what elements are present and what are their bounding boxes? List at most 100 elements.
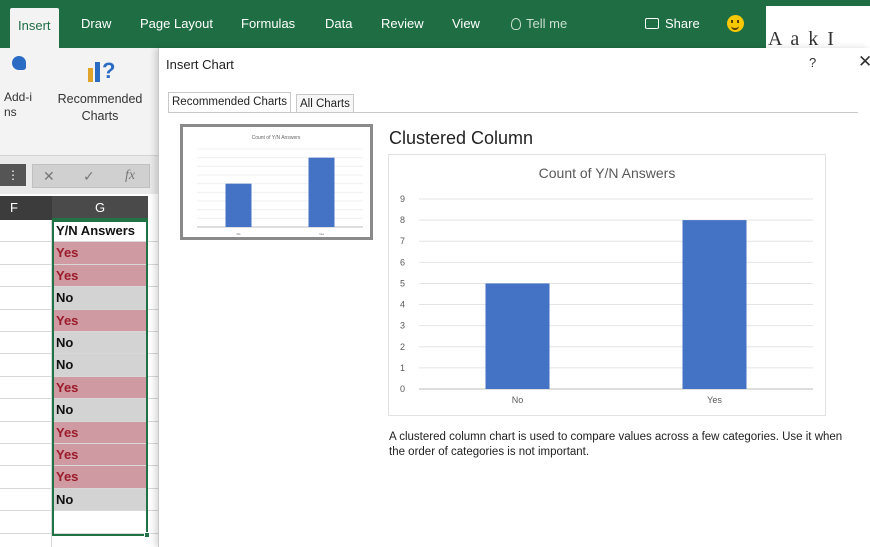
- answer-cell[interactable]: No: [52, 488, 148, 511]
- cell-f[interactable]: [0, 242, 52, 264]
- tab-divider: [168, 112, 858, 113]
- name-box[interactable]: ⋮: [0, 164, 26, 186]
- dialog-title: Insert Chart: [166, 57, 234, 72]
- answer-cell[interactable]: No: [52, 399, 148, 421]
- cell-f[interactable]: [0, 220, 52, 242]
- thumb-bar-yes: [308, 157, 335, 227]
- thumb-bar-no: [225, 183, 252, 227]
- cell-f[interactable]: [0, 511, 52, 533]
- thumb-category-label: No: [237, 232, 241, 236]
- cell-f[interactable]: [0, 399, 52, 421]
- header-cell[interactable]: Y/N Answers: [52, 220, 148, 242]
- ribbon-tab-bar: Insert Draw Page Layout Formulas Data Re…: [0, 0, 870, 48]
- tab-draw[interactable]: Draw: [81, 10, 111, 38]
- cell-f[interactable]: [0, 533, 52, 547]
- answer-cell[interactable]: No: [52, 354, 148, 376]
- fill-handle[interactable]: [144, 532, 150, 538]
- table-row: No: [0, 488, 158, 512]
- tell-me-search[interactable]: Tell me: [511, 10, 567, 38]
- enter-icon[interactable]: ✓: [83, 168, 95, 185]
- add-ins-button[interactable]: Add-ins: [4, 90, 38, 120]
- answer-cell[interactable]: Yes: [52, 421, 148, 443]
- table-row: Y/N Answers: [0, 220, 158, 243]
- insert-chart-dialog: Insert Chart ? ✕ Recommended Charts All …: [158, 48, 870, 547]
- table-row: Yes: [0, 444, 158, 467]
- answer-cell[interactable]: Yes: [52, 466, 148, 488]
- answer-cell[interactable]: No: [52, 287, 148, 309]
- tab-view[interactable]: View: [452, 10, 480, 38]
- chart-plot: 0 1 2 3 4 5 6 7 8 9 No Yes: [400, 194, 813, 405]
- help-button[interactable]: ?: [809, 55, 816, 70]
- chart-type-heading: Clustered Column: [389, 128, 534, 148]
- y-tick-label: 8: [400, 215, 405, 225]
- table-row: Yes: [0, 466, 158, 489]
- category-label: No: [512, 395, 524, 405]
- svg-text:?: ?: [102, 58, 115, 83]
- tab-recommended-charts[interactable]: Recommended Charts: [168, 92, 292, 112]
- table-row: [0, 511, 158, 534]
- answer-cell[interactable]: Yes: [52, 376, 148, 399]
- ribbon-body: Add-ins ? Recommended Charts: [0, 48, 158, 156]
- table-row: Yes: [0, 376, 158, 400]
- answer-cell[interactable]: Yes: [52, 444, 148, 466]
- chart-preview: Count of Y/N Answers 0 1 2 3 4 5 6 7 8 9 No Yes: [388, 154, 826, 416]
- column-header-f[interactable]: F: [0, 196, 52, 220]
- cell-f[interactable]: [0, 332, 52, 354]
- close-button[interactable]: ✕: [858, 52, 870, 72]
- tab-insert[interactable]: Insert: [10, 8, 59, 48]
- table-row: No: [0, 399, 158, 422]
- table-row: [0, 533, 158, 547]
- smiley-feedback-icon[interactable]: [727, 15, 744, 32]
- table-row: No: [0, 332, 158, 355]
- answer-cell[interactable]: Yes: [52, 264, 148, 287]
- answer-cell[interactable]: Yes: [52, 309, 148, 331]
- y-tick-label: 4: [400, 300, 405, 310]
- table-row: Yes: [0, 309, 158, 332]
- recommended-charts-icon[interactable]: ?: [86, 54, 120, 84]
- worksheet-grid: Y/N Answers Yes Yes No Yes No No Yes No Yes Yes Yes…: [0, 220, 158, 547]
- chart-description: A clustered column chart is used to comp…: [389, 431, 843, 458]
- table-row: No: [0, 354, 158, 377]
- y-tick-label: 5: [400, 278, 405, 288]
- table-row: Yes: [0, 242, 158, 265]
- answer-cell[interactable]: Yes: [52, 242, 148, 264]
- y-tick-label: 6: [400, 257, 405, 267]
- cell-f[interactable]: [0, 421, 52, 443]
- bar-yes: [682, 220, 747, 389]
- cell-f[interactable]: [0, 264, 52, 287]
- cell-f[interactable]: [0, 309, 52, 331]
- y-tick-label: 9: [400, 194, 405, 204]
- y-tick-label: 0: [400, 384, 405, 394]
- cancel-icon[interactable]: ✕: [43, 168, 55, 185]
- cell-f[interactable]: [0, 444, 52, 466]
- tab-review[interactable]: Review: [381, 10, 424, 38]
- insert-function-icon[interactable]: fx: [125, 168, 135, 184]
- tab-formulas[interactable]: Formulas: [241, 10, 295, 38]
- tab-all-charts[interactable]: All Charts: [296, 94, 354, 112]
- add-ins-icon[interactable]: [12, 56, 26, 70]
- lightbulb-icon: [511, 18, 521, 30]
- ribbon-top-right-fragment: A a k I: [760, 0, 870, 48]
- y-tick-label: 2: [400, 342, 405, 352]
- tab-data[interactable]: Data: [325, 10, 352, 38]
- table-row: Yes: [0, 421, 158, 444]
- y-tick-label: 1: [400, 363, 405, 373]
- tell-me-label: Tell me: [526, 16, 568, 31]
- cell-f[interactable]: [0, 488, 52, 511]
- cell-f[interactable]: [0, 287, 52, 309]
- thumb-category-label: Yes: [319, 232, 324, 236]
- column-header-g[interactable]: G: [52, 196, 148, 220]
- cell-f[interactable]: [0, 466, 52, 488]
- answer-cell[interactable]: No: [52, 332, 148, 354]
- cell-f[interactable]: [0, 354, 52, 376]
- table-row: Yes: [0, 264, 158, 288]
- thumbnail-chart: Count of Y/N Answers0123456789NoYes: [183, 135, 363, 236]
- share-button[interactable]: Share: [645, 10, 700, 38]
- bar-no: [485, 283, 550, 389]
- cell-f[interactable]: [0, 376, 52, 399]
- chart-thumbnail[interactable]: Count of Y/N Answers0123456789NoYes: [180, 124, 373, 240]
- recommended-charts-button[interactable]: Recommended Charts: [50, 91, 150, 125]
- category-label: Yes: [707, 395, 722, 405]
- formula-bar: ⋮ ✕ ✓ fx: [0, 156, 158, 194]
- tab-page-layout[interactable]: Page Layout: [140, 10, 213, 38]
